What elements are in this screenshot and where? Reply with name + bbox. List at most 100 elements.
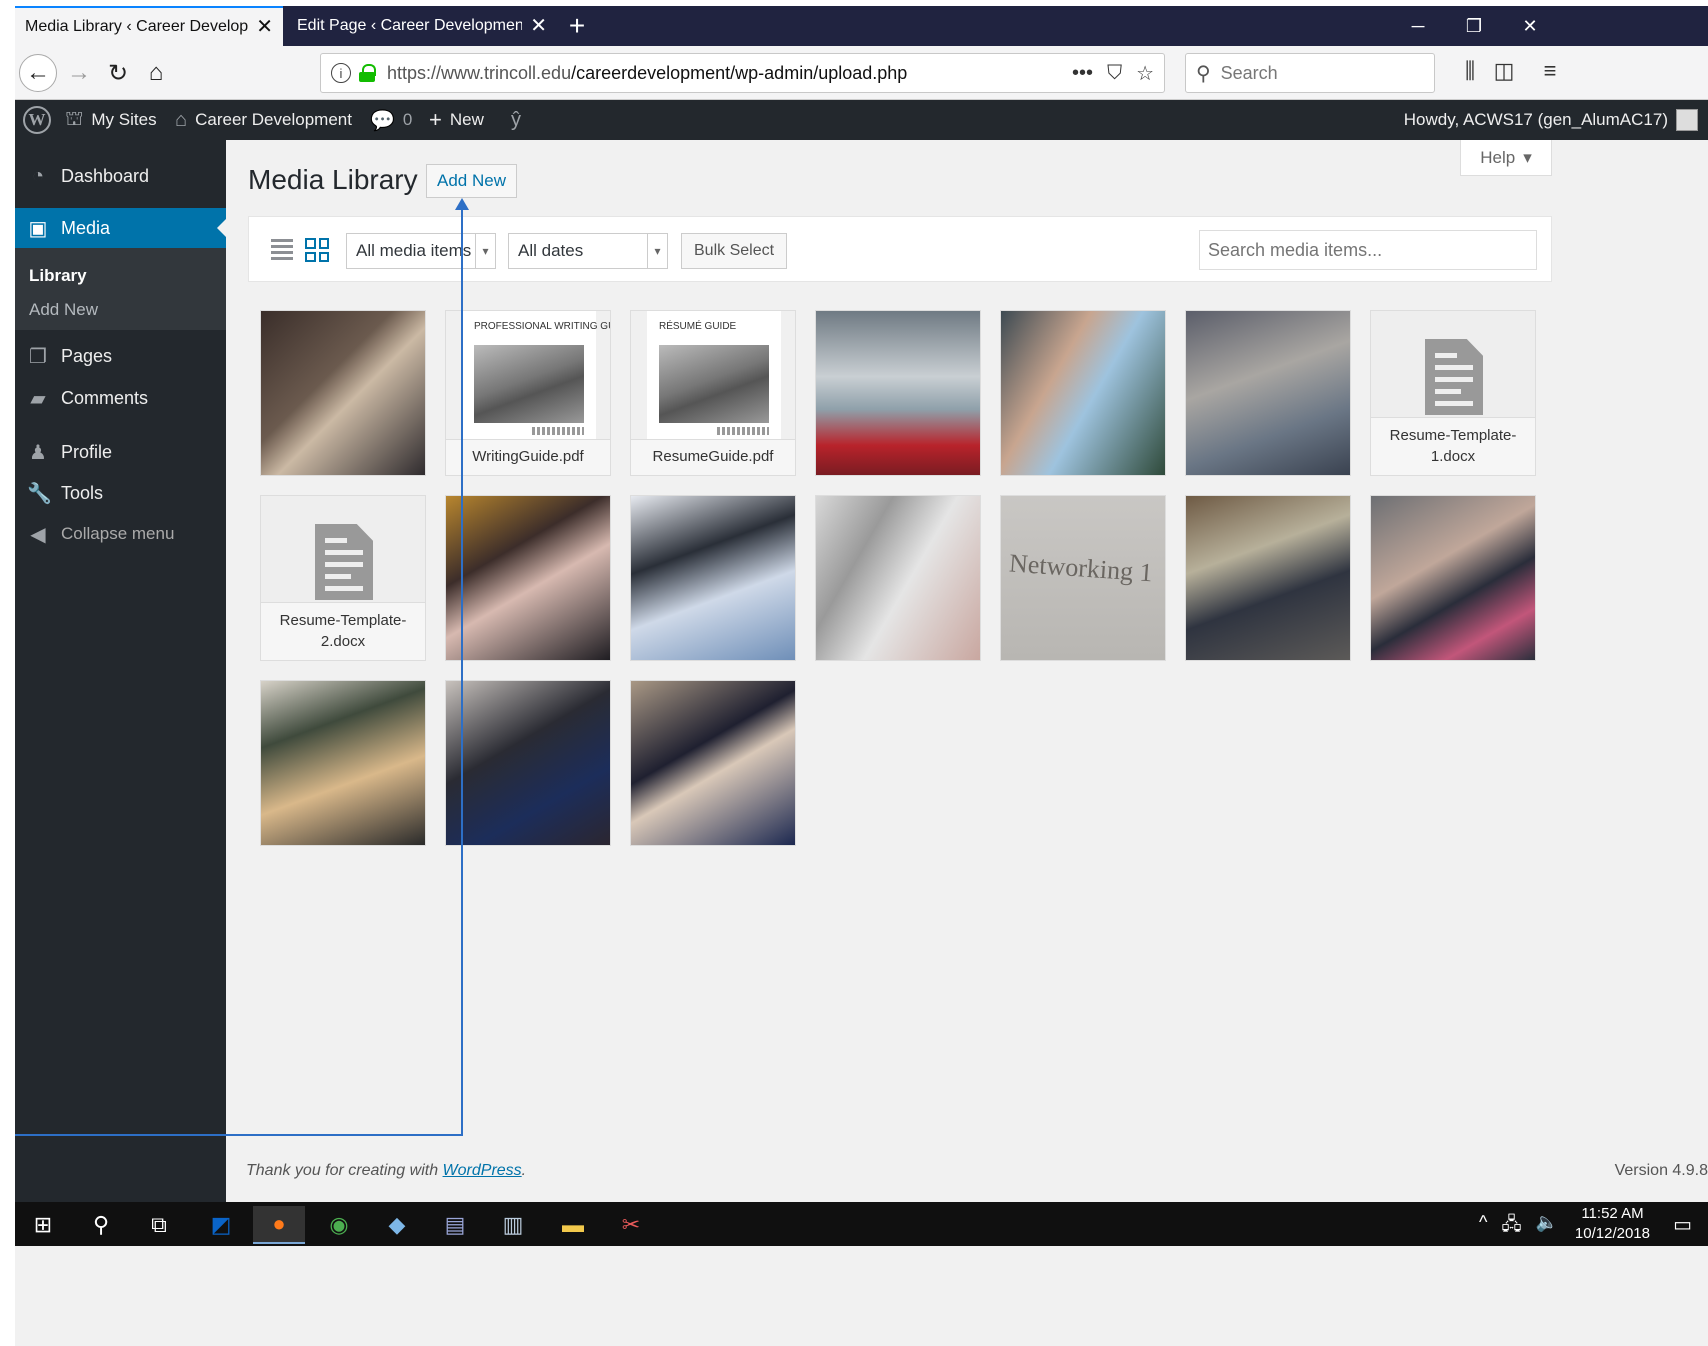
collapse-menu-button[interactable]: ◀ Collapse menu xyxy=(15,514,226,554)
main-content: Help ▾ Media Library Add New All media it… xyxy=(226,140,1708,1202)
clock[interactable]: 11:52 AM 10/12/2018 xyxy=(1575,1204,1650,1245)
close-window-button[interactable]: ✕ xyxy=(1502,6,1558,46)
help-tab-button[interactable]: Help ▾ xyxy=(1460,140,1552,176)
windows-start-icon[interactable]: ⊞ xyxy=(17,1206,69,1244)
pages-icon: ❐ xyxy=(29,345,47,368)
outlook-icon[interactable]: ◩ xyxy=(195,1206,247,1244)
media-filename: Resume-Template-2.docx xyxy=(261,602,425,660)
account-menu[interactable]: Howdy, ACWS17 (gen_AlumAC17) xyxy=(1404,100,1698,140)
bookmark-star-icon[interactable]: ☆ xyxy=(1136,61,1154,86)
document-app-icon[interactable]: ▤ xyxy=(429,1206,481,1244)
bulk-select-button[interactable]: Bulk Select xyxy=(681,233,788,269)
grid-view-icon[interactable] xyxy=(305,238,329,262)
media-item[interactable]: Networking 1 xyxy=(1000,495,1166,661)
list-view-icon[interactable] xyxy=(271,239,293,261)
sidebar-item-dashboard[interactable]: ◔ Dashboard xyxy=(15,156,226,196)
media-item[interactable] xyxy=(815,495,981,661)
comments-menu[interactable]: 💬 0 xyxy=(370,100,412,140)
forward-button[interactable]: → xyxy=(60,54,98,92)
reload-button[interactable]: ↻ xyxy=(99,54,137,92)
action-center-icon[interactable]: ▭ xyxy=(1673,1212,1692,1237)
media-thumbnail xyxy=(446,496,610,660)
media-thumbnail xyxy=(1186,311,1350,475)
media-item[interactable]: PROFESSIONAL WRITING GUIDE WritingGuide.p… xyxy=(445,310,611,476)
info-icon[interactable]: i xyxy=(331,63,351,83)
media-item[interactable] xyxy=(445,680,611,846)
network-icon[interactable]: 🖧 xyxy=(1502,1212,1522,1242)
media-item[interactable] xyxy=(630,680,796,846)
media-item[interactable] xyxy=(630,495,796,661)
sidebar-toggle-icon[interactable]: ◫ xyxy=(1489,58,1519,84)
home-button[interactable]: ⌂ xyxy=(137,54,175,92)
new-tab-button[interactable]: + xyxy=(557,6,597,46)
new-content-menu[interactable]: + New xyxy=(429,100,484,140)
site-name-label: Career Development xyxy=(195,110,352,129)
wordpress-logo-icon: W xyxy=(23,106,51,134)
submenu-library[interactable]: Library xyxy=(29,266,87,286)
library-icon[interactable]: ⫼ xyxy=(1455,58,1485,84)
browser-search[interactable]: ⚲ Search xyxy=(1185,53,1435,93)
sidebar-item-profile[interactable]: ♟ Profile xyxy=(15,432,226,472)
media-item[interactable]: Resume-Template-1.docx xyxy=(1370,310,1536,476)
close-tab-icon[interactable]: ✕ xyxy=(530,16,547,36)
chevron-up-icon[interactable]: ^ xyxy=(1479,1212,1487,1242)
my-sites-menu[interactable]: ⛫ My Sites xyxy=(65,100,157,140)
media-item[interactable] xyxy=(260,310,426,476)
media-search-input[interactable] xyxy=(1199,230,1537,270)
media-item[interactable] xyxy=(1185,310,1351,476)
media-item[interactable]: Resume-Template-2.docx xyxy=(260,495,426,661)
submenu-add-new[interactable]: Add New xyxy=(29,300,98,320)
media-type-filter[interactable]: All media items ▾ xyxy=(346,233,496,269)
add-new-button[interactable]: Add New xyxy=(426,164,517,198)
media-item[interactable] xyxy=(1000,310,1166,476)
snipping-tool-icon[interactable]: ✂ xyxy=(605,1206,657,1244)
pdf-toc xyxy=(532,427,584,435)
reload-icon: ↻ xyxy=(107,59,129,87)
hamburger-menu-icon[interactable]: ≡ xyxy=(1535,58,1565,84)
notepad-icon[interactable]: ▥ xyxy=(487,1206,539,1244)
file-explorer-icon[interactable]: ▬ xyxy=(547,1206,599,1244)
media-item[interactable] xyxy=(260,680,426,846)
firefox-icon[interactable]: ● xyxy=(253,1206,305,1244)
pdf-image xyxy=(474,345,584,423)
pocket-icon[interactable]: ⛉ xyxy=(1107,62,1122,85)
pdf-heading: RÉSUMÉ GUIDE xyxy=(659,321,737,332)
media-item[interactable] xyxy=(1185,495,1351,661)
media-thumbnail xyxy=(261,311,425,475)
sidebar-item-pages[interactable]: ❐ Pages xyxy=(15,336,226,376)
chrome-icon[interactable]: ◉ xyxy=(313,1206,365,1244)
new-label: New xyxy=(449,110,484,129)
tab-title: Media Library ‹ Career Development xyxy=(25,18,249,35)
dashboard-icon: ◔ xyxy=(31,164,45,187)
wp-logo-menu[interactable]: W xyxy=(23,100,51,140)
media-item[interactable] xyxy=(445,495,611,661)
app-icon[interactable]: ◆ xyxy=(371,1206,423,1244)
volume-icon[interactable]: 🔈 xyxy=(1536,1212,1558,1242)
media-item[interactable]: RÉSUMÉ GUIDE ResumeGuide.pdf xyxy=(630,310,796,476)
wordpress-link[interactable]: WordPress xyxy=(443,1162,522,1179)
url-text: https://www.trincoll.edu/careerdevelopme… xyxy=(387,63,1072,84)
date-filter[interactable]: All dates ▾ xyxy=(508,233,668,269)
task-view-icon[interactable]: ⧉ xyxy=(133,1206,185,1244)
close-tab-icon[interactable]: ✕ xyxy=(256,17,273,37)
restore-button[interactable]: ❐ xyxy=(1446,6,1502,46)
home-icon: ⌂ xyxy=(175,108,188,131)
search-icon[interactable]: ⚲ xyxy=(75,1206,127,1244)
pdf-preview: PROFESSIONAL WRITING GUIDE xyxy=(462,311,610,441)
media-item[interactable] xyxy=(1370,495,1536,661)
sidebar-item-comments[interactable]: ▰ Comments xyxy=(15,378,226,418)
tab-media-library[interactable]: Media Library ‹ Career Development ✕ xyxy=(15,6,283,46)
footer-version: Version 4.9.8 xyxy=(1614,1162,1708,1179)
site-name-menu[interactable]: ⌂ Career Development xyxy=(175,100,352,140)
sidebar-item-media[interactable]: ▣ Media xyxy=(15,208,226,248)
yoast-seo-menu[interactable]: ŷ xyxy=(511,100,521,140)
media-item[interactable] xyxy=(815,310,981,476)
pdf-toc xyxy=(717,427,769,435)
address-bar[interactable]: i https://www.trincoll.edu/careerdevelop… xyxy=(320,53,1165,93)
back-button[interactable]: ← xyxy=(19,54,57,92)
more-actions-icon[interactable]: ••• xyxy=(1072,62,1093,85)
sidebar-item-tools[interactable]: 🔧 Tools xyxy=(15,473,226,513)
footer-credit: Thank you for creating with WordPress. xyxy=(246,1162,526,1180)
minimize-button[interactable]: ─ xyxy=(1390,6,1446,46)
tab-edit-page[interactable]: Edit Page ‹ Career Development — ✕ xyxy=(287,6,557,46)
